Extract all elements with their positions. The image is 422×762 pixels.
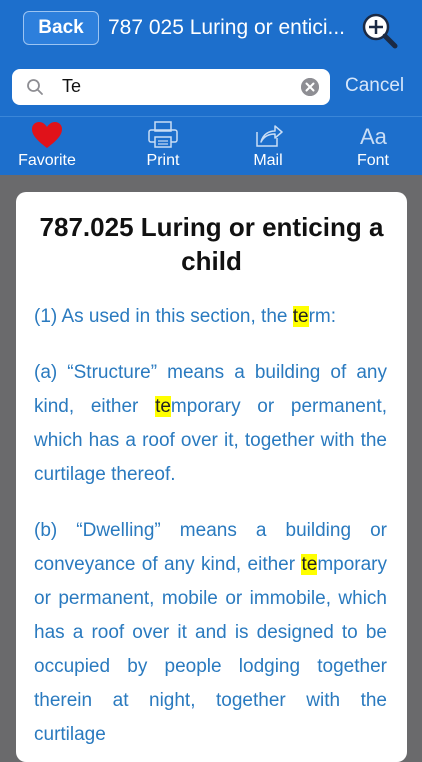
font-button[interactable]: Aa Font (333, 117, 413, 175)
print-button[interactable]: Print (123, 117, 203, 175)
paragraph-2: (a) “Structure” means a building of any … (34, 356, 387, 492)
mail-button[interactable]: Mail (228, 117, 308, 175)
paragraph-1: (1) As used in this section, the term: (34, 300, 387, 334)
search-input-value: Te (62, 76, 82, 96)
page-title: 787 025 Luring or entici... (108, 16, 345, 39)
printer-icon (148, 121, 178, 148)
heart-icon (32, 122, 62, 148)
favorite-button[interactable]: Favorite (7, 117, 87, 175)
mail-label: Mail (253, 152, 283, 169)
back-button[interactable]: Back (23, 11, 99, 45)
paragraph-3: (b) “Dwelling” means a building or conve… (34, 514, 387, 752)
search-highlight: te (292, 306, 309, 327)
clear-icon[interactable] (301, 78, 319, 96)
search-bar: Te Cancel (0, 62, 422, 116)
zoom-button[interactable] (359, 10, 401, 50)
share-icon (256, 125, 283, 147)
paragraph-text: rm: (308, 306, 337, 327)
search-highlight: te (155, 396, 171, 417)
favorite-label: Favorite (18, 152, 76, 169)
document-card: 787.025 Luring or enticing a child (1) A… (16, 192, 407, 762)
zoom-in-icon (362, 13, 398, 49)
svg-text:Aa: Aa (360, 124, 388, 149)
print-label: Print (146, 152, 180, 169)
search-input[interactable]: Te (12, 69, 330, 105)
navigation-bar: Back 787 025 Luring or entici... (0, 0, 422, 62)
font-icon: Aa (360, 124, 388, 149)
search-highlight: te (301, 554, 318, 575)
paragraph-text: mporary or permanent, mobile or immobile… (34, 554, 387, 745)
document-title: 787.025 Luring or enticing a child (39, 212, 384, 276)
cancel-button[interactable]: Cancel (345, 75, 404, 97)
action-toolbar: Favorite Print Mail Aa Font (0, 116, 422, 175)
search-icon (27, 79, 43, 95)
paragraph-text: (1) As used in this section, the (34, 306, 293, 327)
font-label: Font (356, 152, 389, 169)
